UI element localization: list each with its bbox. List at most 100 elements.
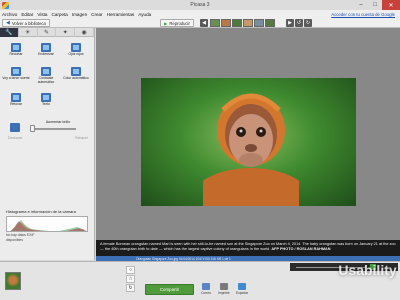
photo-info-text: Orangutan Singapore Zoo.jpg 01/04/2014 1… <box>136 256 231 261</box>
histogram-section: Histograma e información de la cámara No… <box>6 209 90 242</box>
rotate-button[interactable]: ↻ <box>126 284 135 292</box>
crop-label: Recortar <box>9 52 23 56</box>
picasa-logo-icon <box>2 1 9 9</box>
filmstrip-thumb[interactable] <box>232 19 242 27</box>
sun-icon: ☀ <box>25 30 31 36</box>
filmstrip <box>210 19 276 27</box>
menu-imagen[interactable]: Imagen <box>72 12 87 17</box>
back-to-library-label: Volver a biblioteca <box>11 20 46 26</box>
menu-archivo[interactable]: Archivo <box>2 12 17 17</box>
next-photo-button[interactable]: ▶ <box>286 19 294 27</box>
wand-icon: ✦ <box>62 30 68 36</box>
menu-ayuda[interactable]: Ayuda <box>138 12 151 17</box>
tab-more-effects[interactable]: ✦ <box>56 28 76 37</box>
caption-credit: AFP PHOTO / ROSLAN RAHMAN <box>271 246 331 251</box>
window-title: Picasa 3 <box>190 2 210 8</box>
wrench-icon: 🔧 <box>5 30 13 36</box>
star-button[interactable]: ☆ <box>126 275 135 283</box>
straighten-button[interactable]: Enderezar <box>32 43 60 57</box>
rotate-right-button[interactable]: ↻ <box>304 19 312 27</box>
back-to-library-button[interactable]: ◀ Volver a biblioteca <box>2 19 50 27</box>
auto-contrast-label: Contraste automático <box>37 76 55 84</box>
fill-light-slider-track[interactable] <box>34 128 76 130</box>
straighten-icon <box>41 43 51 52</box>
menu-herramientas[interactable]: Herramientas <box>107 12 135 17</box>
tab-tuning[interactable]: ☀ <box>19 28 38 37</box>
lucky-button[interactable]: Voy a tener suerte <box>2 67 30 81</box>
menu-editar[interactable]: Editar <box>21 12 33 17</box>
print-icon <box>220 283 228 290</box>
auto-color-icon <box>71 67 81 76</box>
red-eye-icon <box>71 43 81 52</box>
text-button[interactable]: Texto <box>32 93 60 107</box>
slideshow-play-button[interactable]: ▶ Reproducir <box>160 19 194 27</box>
play-label: Reproducir <box>169 20 190 26</box>
tab-effects[interactable]: ✎ <box>38 28 57 37</box>
tray-thumbnail[interactable] <box>5 272 21 290</box>
straighten-label: Enderezar <box>38 52 54 56</box>
text-icon <box>41 93 51 102</box>
print-button[interactable]: Imprimir <box>216 283 232 295</box>
email-icon <box>202 283 210 290</box>
filmstrip-thumb[interactable] <box>254 19 264 27</box>
menu-bar: Archivo Editar Vista Carpeta Imagen Crea… <box>0 10 400 18</box>
hold-button[interactable]: ○ <box>126 266 135 274</box>
email-label: Correo <box>201 291 211 295</box>
main-photo[interactable] <box>141 78 356 206</box>
filmstrip-thumb[interactable] <box>243 19 253 27</box>
crop-button[interactable]: Recortar <box>2 43 30 57</box>
histogram-chart <box>6 216 88 232</box>
menu-carpeta[interactable]: Carpeta <box>51 12 67 17</box>
retouch-icon <box>11 93 21 102</box>
filmstrip-thumb[interactable] <box>221 19 231 27</box>
prev-photo-button[interactable]: ◀ <box>200 19 208 27</box>
auto-contrast-button[interactable]: Contraste automático <box>32 67 60 84</box>
exif-line-1: No hay datos EXIF <box>6 233 35 237</box>
exif-line-2: disponibles <box>6 238 23 243</box>
histogram-title: Histograma e información de la cámara <box>6 209 76 214</box>
export-button[interactable]: Exportar <box>234 283 250 295</box>
close-button[interactable]: ✕ <box>382 0 400 10</box>
menu-vista[interactable]: Vista <box>37 12 47 17</box>
prev-photo-nav: ◀ <box>200 19 209 27</box>
retouch-label: Retocar <box>10 102 22 106</box>
filmstrip-thumb[interactable] <box>265 19 275 27</box>
email-button[interactable]: Correo <box>198 283 214 295</box>
retouch-button[interactable]: Retocar <box>2 93 30 107</box>
rotate-left-button[interactable]: ↺ <box>295 19 303 27</box>
fill-light-icon <box>10 123 20 132</box>
lucky-label: Voy a tener suerte <box>2 76 30 80</box>
share-button[interactable]: Compartir <box>145 284 194 295</box>
next-photo-nav: ▶ ↺ ↻ <box>286 19 313 27</box>
fill-light-label: Aumentar brillo <box>45 120 70 124</box>
export-icon <box>238 283 246 290</box>
red-eye-button[interactable]: Ojos rojos <box>62 43 90 57</box>
redo-button[interactable]: Rehacer <box>75 136 88 140</box>
brush-icon: ✎ <box>43 30 49 36</box>
edit-tabs: 🔧 ☀ ✎ ✦ ◉ <box>0 28 94 37</box>
crop-icon <box>11 43 21 52</box>
auto-color-label: Color automático <box>63 76 89 80</box>
undo-redo-row: Deshacer Rehacer <box>8 136 88 140</box>
fill-light-slider-handle[interactable] <box>30 125 35 132</box>
red-eye-label: Ojos rojos <box>68 52 84 56</box>
filmstrip-thumb[interactable] <box>210 19 220 27</box>
window-controls: – □ ✕ <box>354 0 400 10</box>
watermark-logo: Usability <box>338 262 397 278</box>
google-signin-link[interactable]: Acceder con tu cuenta de Google <box>331 12 395 17</box>
toolbar: ◀ Volver a biblioteca ▶ Reproducir ◀ ▶ ↺… <box>0 18 400 28</box>
auto-contrast-icon <box>41 67 51 76</box>
tray-actions: ○ ☆ ↻ <box>126 266 135 292</box>
menu-crear[interactable]: Crear <box>91 12 103 17</box>
lucky-icon <box>11 67 21 76</box>
fill-light-control: Aumentar brillo <box>10 120 85 132</box>
minimize-button[interactable]: – <box>354 0 368 10</box>
maximize-button[interactable]: □ <box>368 0 382 10</box>
orangutan-illustration <box>203 93 299 206</box>
print-label: Imprimir <box>218 291 230 295</box>
tab-basic-fixes[interactable]: 🔧 <box>0 28 19 37</box>
undo-button[interactable]: Deshacer <box>8 136 23 140</box>
auto-color-button[interactable]: Color automático <box>62 67 90 81</box>
eye-icon: ◉ <box>81 30 87 36</box>
tab-extra-effects[interactable]: ◉ <box>75 28 94 37</box>
